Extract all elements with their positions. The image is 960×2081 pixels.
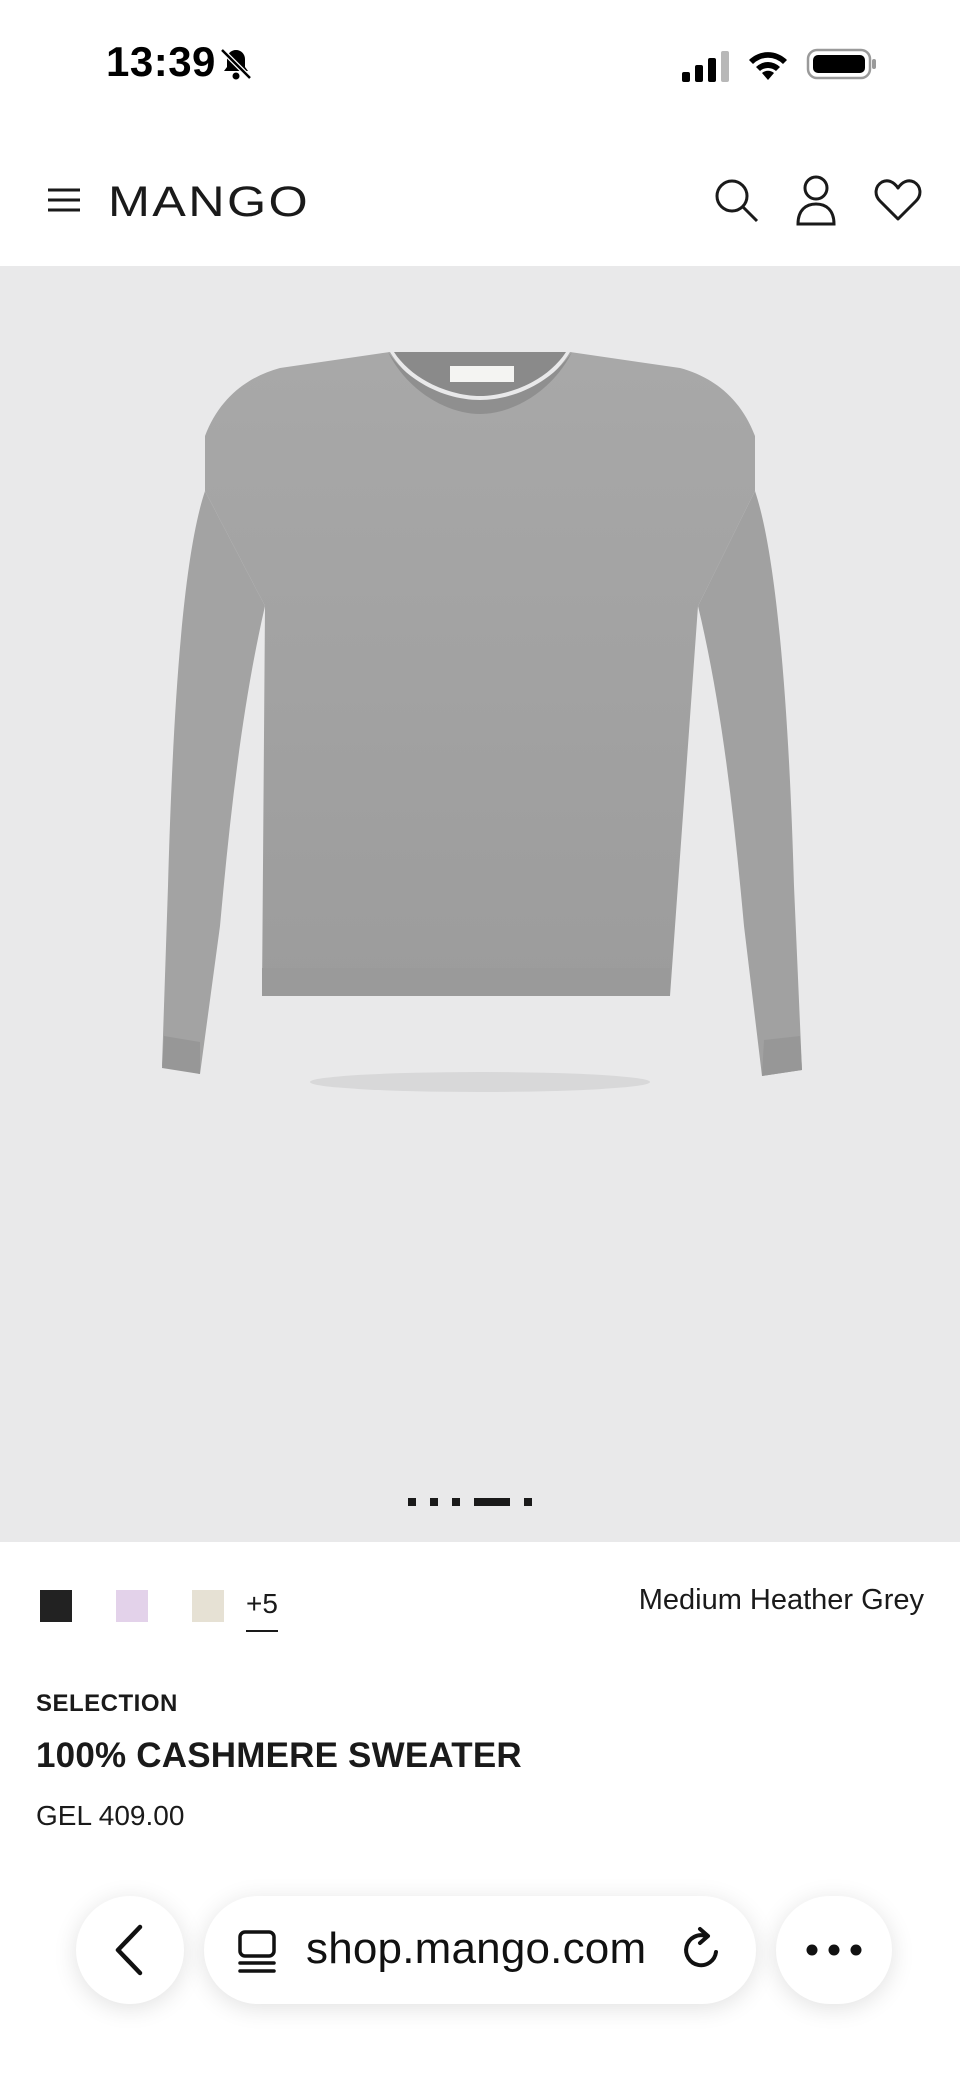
color-selector: +5 Medium Heather Grey (0, 1580, 960, 1650)
url-text[interactable]: shop.mango.com (306, 1924, 646, 1974)
address-bar[interactable]: shop.mango.com (204, 1896, 756, 2004)
collection-label: SELECTION (36, 1690, 178, 1717)
product-page: 13:39 MANGO +5 Medium Heather Grey SELEC… (0, 0, 960, 2081)
wifi-icon (749, 52, 787, 80)
tabs-icon[interactable] (234, 1928, 280, 1974)
carousel-dots (408, 1496, 532, 1508)
carousel-dot[interactable] (452, 1498, 460, 1506)
product-title: 100% CASHMERE SWEATER (36, 1736, 522, 1775)
product-image (162, 352, 802, 1092)
more-dots-icon (806, 1944, 862, 1956)
menu-icon[interactable] (44, 182, 84, 218)
browser-back-button[interactable] (76, 1896, 184, 2004)
status-bar: 13:39 (0, 0, 960, 130)
color-swatch-beige[interactable] (192, 1590, 224, 1622)
site-header: MANGO (0, 150, 960, 266)
browser-more-button[interactable] (776, 1896, 892, 2004)
carousel-dot-active[interactable] (474, 1498, 510, 1506)
carousel-dot[interactable] (524, 1498, 532, 1506)
svg-text:MANGO: MANGO (108, 178, 310, 222)
bell-slash-icon (220, 48, 252, 80)
cellular-signal-icon (682, 51, 729, 82)
color-swatch-lilac[interactable] (116, 1590, 148, 1622)
color-swatch-black[interactable] (40, 1590, 72, 1622)
carousel-dot[interactable] (408, 1498, 416, 1506)
product-image-gallery[interactable] (0, 266, 960, 1542)
battery-icon (806, 48, 876, 80)
browser-toolbar: shop.mango.com (0, 1880, 960, 2030)
account-icon[interactable] (794, 174, 838, 226)
selected-color-name: Medium Heather Grey (638, 1584, 924, 1616)
reload-icon[interactable] (678, 1926, 726, 1974)
product-price: GEL 409.00 (36, 1800, 185, 1831)
brand-logo[interactable]: MANGO (108, 178, 312, 222)
status-time: 13:39 (106, 38, 216, 85)
search-icon[interactable] (712, 176, 760, 224)
back-chevron-icon (115, 1924, 143, 1976)
more-colors-link[interactable]: +5 (246, 1588, 278, 1632)
wishlist-heart-icon[interactable] (874, 178, 922, 222)
carousel-dot[interactable] (430, 1498, 438, 1506)
